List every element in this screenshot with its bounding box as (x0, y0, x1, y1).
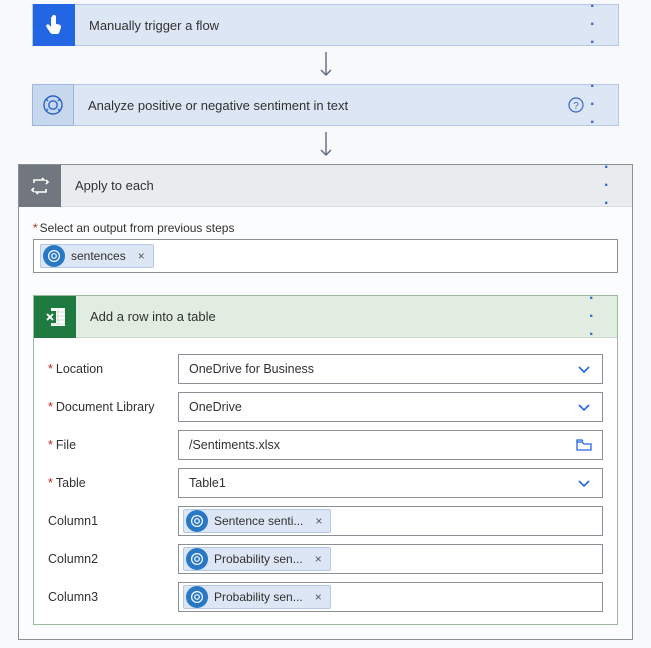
select-output-input[interactable]: sentences × (33, 239, 618, 273)
step-title: Manually trigger a flow (75, 18, 590, 33)
select-output-label: *Select an output from previous steps (19, 207, 632, 239)
step-more-button[interactable]: · · · (604, 159, 632, 213)
label-file: *File (48, 438, 178, 452)
token-label: Sentence senti... (214, 514, 307, 528)
folder-icon[interactable] (570, 438, 598, 452)
token-remove[interactable]: × (307, 590, 330, 604)
step-more-button[interactable]: · · · (590, 78, 618, 132)
token-probability-1[interactable]: Probability sen... × (183, 547, 331, 571)
token-label: Probability sen... (214, 590, 307, 604)
label-column1: Column1 (48, 514, 178, 528)
add-row-header[interactable]: Add a row into a table · · · (34, 296, 617, 338)
token-sentences[interactable]: sentences × (40, 244, 154, 268)
apply-to-each-header[interactable]: Apply to each · · · (19, 165, 632, 207)
label-column3: Column3 (48, 590, 178, 604)
ai-token-icon (186, 586, 208, 608)
loop-icon (19, 165, 61, 207)
token-remove[interactable]: × (130, 249, 153, 263)
token-remove[interactable]: × (307, 514, 330, 528)
row-column2: Column2 Probability sen... × (48, 544, 603, 574)
step-more-button[interactable]: · · · (590, 0, 618, 52)
chevron-down-icon[interactable] (570, 362, 598, 376)
step-title: Add a row into a table (76, 309, 589, 324)
token-sentence-sentiment[interactable]: Sentence senti... × (183, 509, 331, 533)
chevron-down-icon[interactable] (570, 476, 598, 490)
input-file[interactable]: /Sentiments.xlsx (178, 430, 603, 460)
row-document-library: *Document Library OneDrive (48, 392, 603, 422)
help-button[interactable]: ? (562, 97, 590, 113)
input-column2[interactable]: Probability sen... × (178, 544, 603, 574)
ai-token-icon (43, 245, 65, 267)
step-more-button[interactable]: · · · (589, 290, 617, 344)
row-file: *File /Sentiments.xlsx (48, 430, 603, 460)
select-table[interactable]: Table1 (178, 468, 603, 498)
row-table: *Table Table1 (48, 468, 603, 498)
arrow-connector (0, 52, 651, 78)
ai-icon (32, 84, 74, 126)
step-manual-trigger[interactable]: Manually trigger a flow · · · (32, 4, 619, 46)
svg-text:?: ? (573, 101, 579, 112)
token-label: sentences (71, 249, 130, 263)
label-location: *Location (48, 362, 178, 376)
row-location: *Location OneDrive for Business (48, 354, 603, 384)
arrow-connector (0, 132, 651, 158)
input-column1[interactable]: Sentence senti... × (178, 506, 603, 536)
ai-token-icon (186, 548, 208, 570)
token-label: Probability sen... (214, 552, 307, 566)
step-title: Analyze positive or negative sentiment i… (74, 98, 562, 113)
select-location[interactable]: OneDrive for Business (178, 354, 603, 384)
step-title: Apply to each (61, 178, 604, 193)
row-column3: Column3 Probability sen... × (48, 582, 603, 612)
excel-icon (34, 296, 76, 338)
chevron-down-icon[interactable] (570, 400, 598, 414)
token-probability-2[interactable]: Probability sen... × (183, 585, 331, 609)
label-document-library: *Document Library (48, 400, 178, 414)
apply-to-each-container: Apply to each · · · *Select an output fr… (18, 164, 633, 640)
select-document-library[interactable]: OneDrive (178, 392, 603, 422)
label-column2: Column2 (48, 552, 178, 566)
row-column1: Column1 Sentence senti... × (48, 506, 603, 536)
token-remove[interactable]: × (307, 552, 330, 566)
step-add-row-table: Add a row into a table · · · *Location O… (33, 295, 618, 625)
input-column3[interactable]: Probability sen... × (178, 582, 603, 612)
add-row-form: *Location OneDrive for Business *Documen… (34, 338, 617, 624)
touch-icon (33, 4, 75, 46)
label-table: *Table (48, 476, 178, 490)
ai-token-icon (186, 510, 208, 532)
step-analyze-sentiment[interactable]: Analyze positive or negative sentiment i… (32, 84, 619, 126)
